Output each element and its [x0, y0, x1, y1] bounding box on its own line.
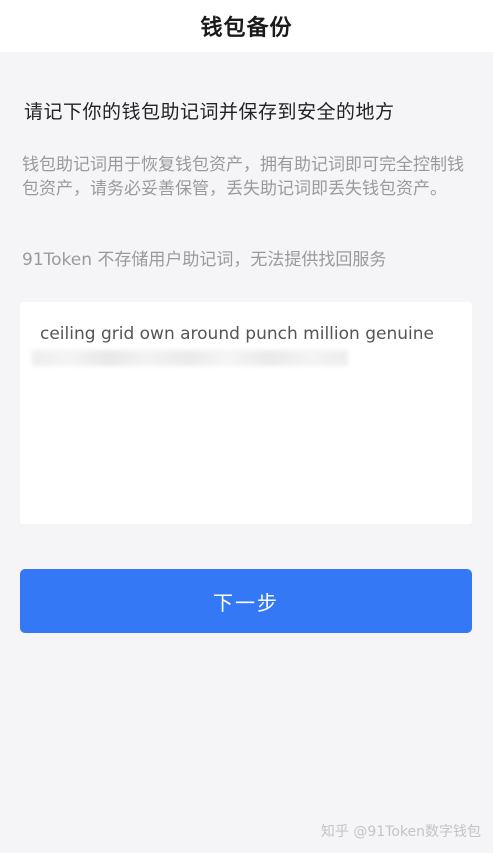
no-storage-notice: 91Token 不存储用户助记词，无法提供找回服务: [22, 250, 387, 270]
mnemonic-phrase-box: ceiling grid own around punch million ge…: [20, 302, 472, 524]
next-step-button[interactable]: 下一步: [20, 569, 472, 633]
mnemonic-blurred-words: [32, 350, 348, 366]
backup-description: 钱包助记词用于恢复钱包资产，拥有助记词即可完全控制钱包资产，请务必妥善保管，丢失…: [22, 155, 464, 199]
mnemonic-words: ceiling grid own around punch million ge…: [40, 324, 434, 344]
page-title: 钱包备份: [200, 16, 293, 41]
header-bar: 钱包备份: [0, 0, 493, 52]
next-step-label: 下一步: [213, 590, 279, 615]
wallet-backup-screen: 钱包备份 请记下你的钱包助记词并保存到安全的地方 钱包助记词用于恢复钱包资产，拥…: [0, 0, 493, 853]
backup-heading: 请记下你的钱包助记词并保存到安全的地方: [24, 101, 395, 123]
watermark: 知乎 @91Token数字钱包: [320, 824, 481, 840]
